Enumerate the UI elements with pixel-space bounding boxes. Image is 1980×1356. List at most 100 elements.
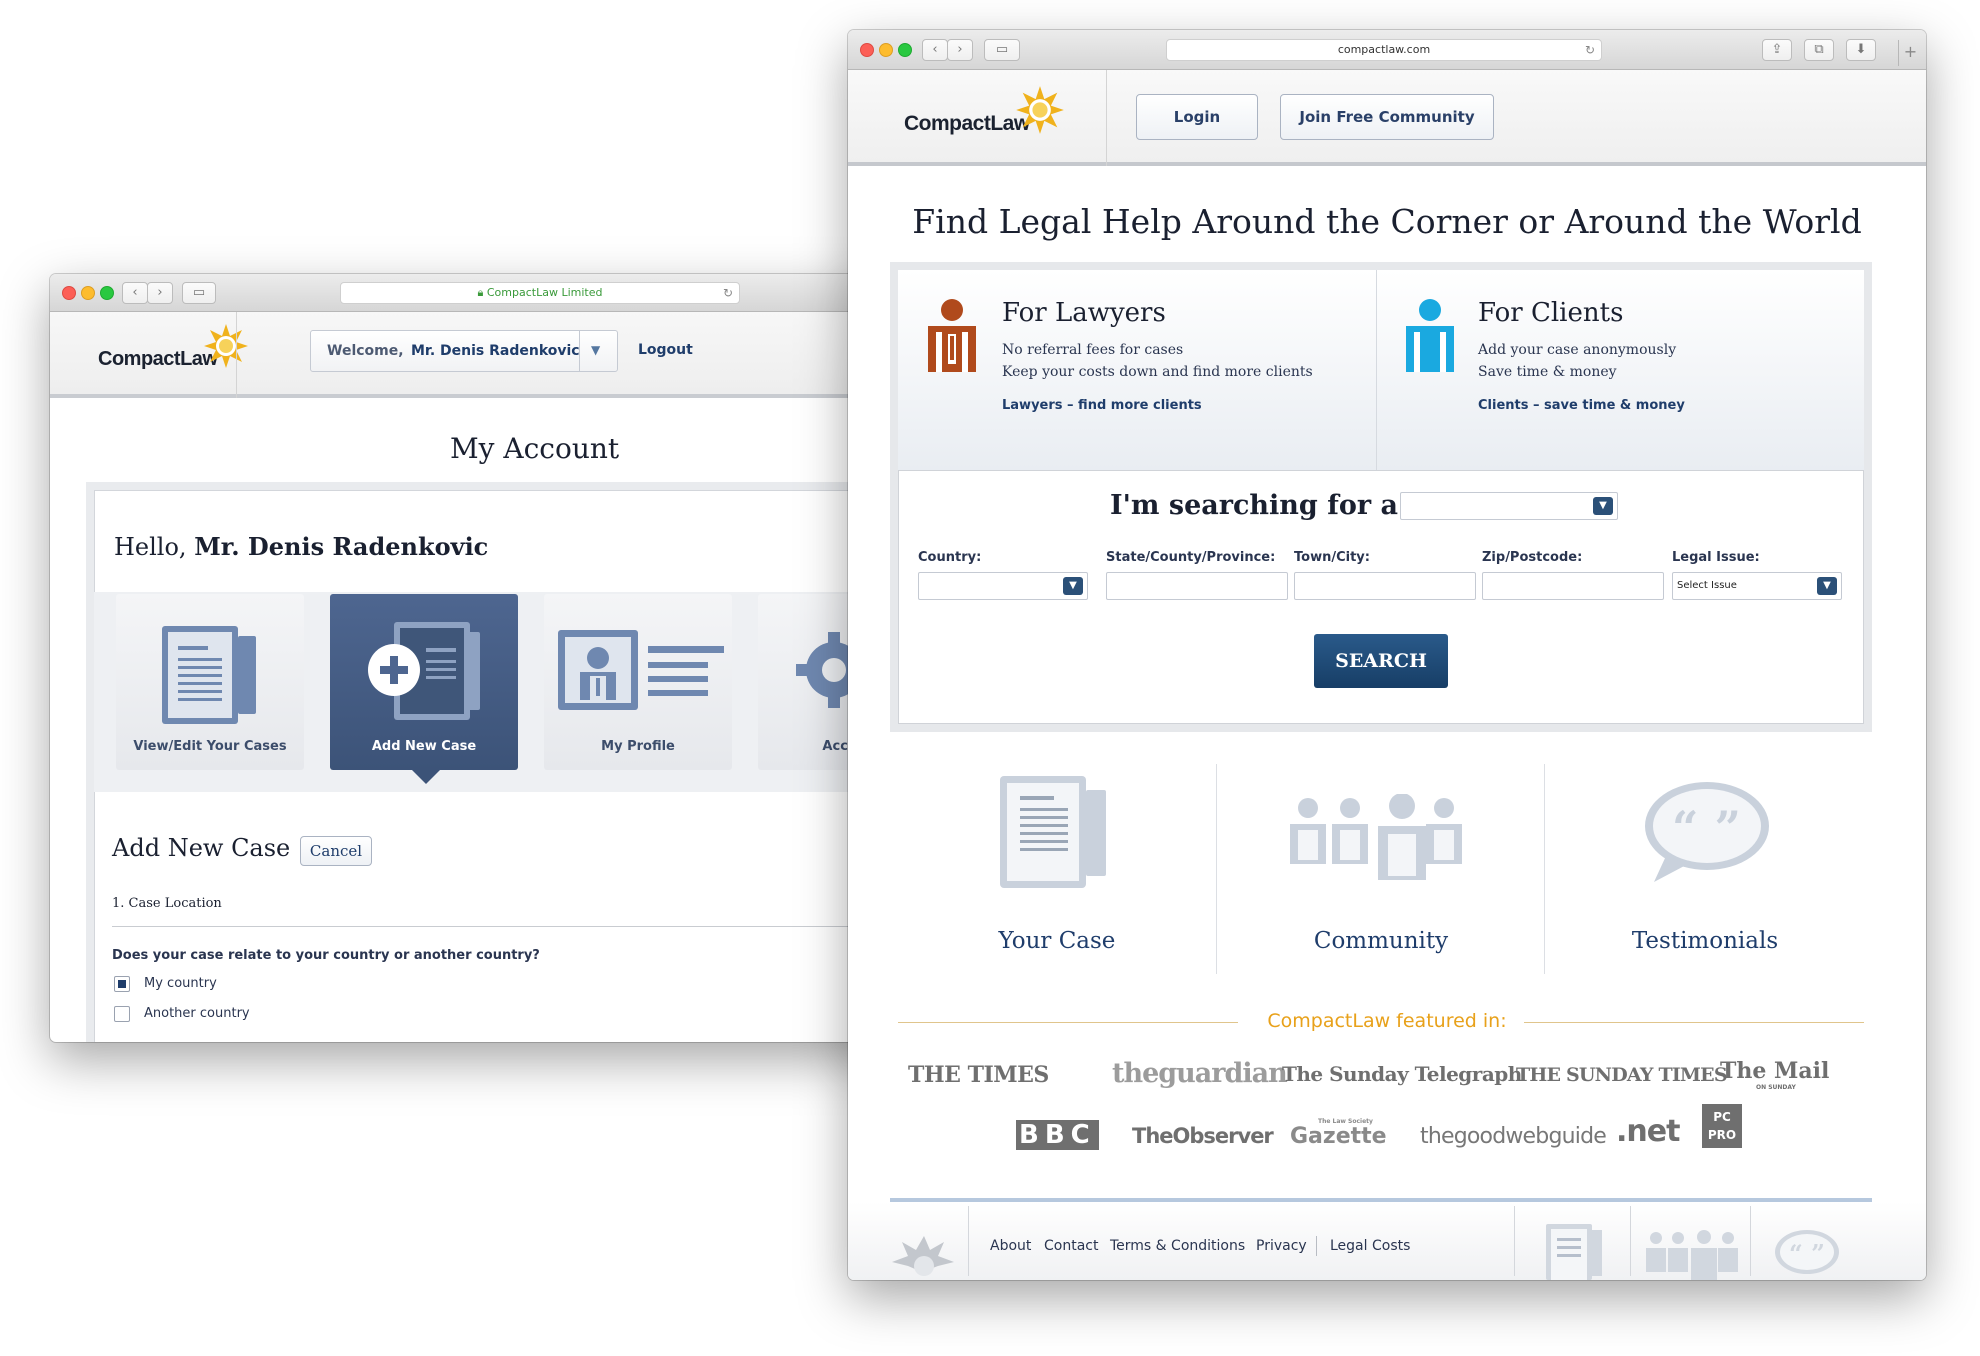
- press-logo-the-times: THE TIMES: [908, 1062, 1049, 1088]
- feature-your-case[interactable]: Your Case: [898, 758, 1216, 978]
- footer-link-contact[interactable]: Contact: [1044, 1238, 1098, 1254]
- press-logo-the-guardian: theguardian: [1112, 1058, 1288, 1089]
- tile-add-new-case[interactable]: Add New Case: [330, 594, 518, 784]
- lock-icon: 🔒︎: [477, 286, 484, 299]
- tile-label: View/Edit Your Cases: [133, 739, 287, 754]
- close-window-button[interactable]: [860, 43, 874, 57]
- legal-issue-value: Select Issue: [1677, 580, 1737, 591]
- svg-text:“ ”: “ ”: [1789, 1239, 1825, 1268]
- share-button[interactable]: ⇪: [1762, 39, 1792, 61]
- town-input[interactable]: [1294, 572, 1476, 600]
- download-icon: ⬇: [1855, 42, 1867, 57]
- state-input[interactable]: [1106, 572, 1288, 600]
- chevron-down-icon: ▼: [1817, 577, 1837, 595]
- client-person-icon: [1406, 299, 1454, 372]
- press-logo-the-observer: TheObserver: [1132, 1124, 1274, 1148]
- new-tab-button[interactable]: +: [1898, 40, 1922, 66]
- footer-people-icon: [1646, 1230, 1738, 1280]
- svg-text:“ ”: “ ”: [1672, 801, 1741, 855]
- sidebar-icon: ▭: [192, 285, 206, 300]
- feature-testimonials[interactable]: “ ” Testimonials: [1546, 758, 1864, 978]
- cancel-button[interactable]: Cancel: [300, 836, 372, 866]
- legal-issue-select[interactable]: Select Issue ▼: [1672, 572, 1842, 600]
- my-country-checkbox[interactable]: [114, 976, 130, 992]
- step-label: 1. Case Location: [112, 896, 222, 911]
- logo-text: CompactLaw: [98, 348, 218, 370]
- site-logo[interactable]: CompactLaw: [98, 324, 248, 371]
- quote-bubble-icon: “ ”: [1645, 782, 1769, 882]
- header-divider: [1106, 70, 1107, 166]
- clients-link[interactable]: Clients – save time & money: [1478, 398, 1685, 413]
- press-logo-the-mail: The Mail: [1720, 1058, 1830, 1084]
- feature-community[interactable]: Community: [1218, 758, 1544, 978]
- back-button[interactable]: ‹: [922, 39, 948, 61]
- welcome-dropdown[interactable]: Welcome, Mr. Denis Radenkovic ▼: [310, 330, 618, 372]
- logout-link[interactable]: Logout: [638, 342, 693, 358]
- site-header: CompactLaw Welcome, Mr. Denis Radenkovic…: [50, 312, 910, 398]
- zoom-window-button[interactable]: [100, 286, 114, 300]
- feature-label: Your Case: [998, 928, 1116, 954]
- for-clients-title: For Clients: [1478, 298, 1624, 328]
- welcome-user-name: Mr. Denis Radenkovic: [411, 343, 580, 359]
- url-text: compactlaw.com: [1337, 43, 1431, 56]
- footer-link-terms[interactable]: Terms & Conditions: [1110, 1238, 1245, 1254]
- searching-for-select[interactable]: ▼: [1400, 492, 1618, 520]
- chevron-right-icon: ›: [957, 42, 963, 57]
- logo-text: CompactLaw: [904, 112, 1030, 135]
- lawyers-link[interactable]: Lawyers – find more clients: [1002, 398, 1202, 413]
- chevron-down-icon: ▼: [1063, 577, 1083, 595]
- back-button[interactable]: ‹: [122, 282, 148, 304]
- town-label: Town/City:: [1294, 550, 1370, 565]
- compactlaw-home-window: ‹ › ▭ compactlaw.com ↻ ⇪ ⧉ ⬇ + CompactLa…: [848, 30, 1926, 1280]
- site-header: CompactLaw Login Join Free Community: [848, 70, 1926, 166]
- another-country-label: Another country: [144, 1006, 250, 1021]
- lawyer-person-icon: [928, 299, 976, 372]
- tabs-overview-button[interactable]: ⧉: [1804, 39, 1834, 61]
- join-community-button[interactable]: Join Free Community: [1280, 94, 1494, 140]
- footer-link-legal-costs[interactable]: Legal Costs: [1330, 1238, 1410, 1254]
- section-title: Add New Case: [112, 834, 291, 862]
- press-logo-mail-sub: ON SUNDAY: [1756, 1084, 1796, 1091]
- legal-issue-label: Legal Issue:: [1672, 550, 1760, 565]
- another-country-checkbox[interactable]: [114, 1006, 130, 1022]
- tile-view-edit-cases[interactable]: View/Edit Your Cases: [116, 594, 304, 770]
- press-logo-gazette-sub: The Law Society: [1318, 1118, 1373, 1125]
- login-button[interactable]: Login: [1136, 94, 1258, 140]
- greeting-name: Mr. Denis Radenkovic: [194, 532, 489, 561]
- footer-document-icon: [1546, 1224, 1602, 1280]
- chevron-left-icon: ‹: [132, 285, 138, 300]
- share-icon: ⇪: [1771, 42, 1783, 57]
- zip-label: Zip/Postcode:: [1482, 550, 1583, 565]
- sidebar-button[interactable]: ▭: [984, 39, 1020, 61]
- close-window-button[interactable]: [62, 286, 76, 300]
- reload-icon[interactable]: ↻: [723, 283, 733, 303]
- location-question: Does your case relate to your country or…: [112, 948, 540, 963]
- feature-label: Community: [1313, 928, 1449, 954]
- country-select[interactable]: ▼: [918, 572, 1088, 600]
- reload-icon[interactable]: ↻: [1585, 40, 1595, 60]
- sidebar-button[interactable]: ▭: [182, 282, 216, 304]
- forward-button[interactable]: ›: [947, 39, 973, 61]
- document-stack-icon: [162, 626, 256, 724]
- page-title: My Account: [450, 432, 620, 465]
- address-bar[interactable]: compactlaw.com ↻: [1166, 39, 1602, 61]
- tile-my-profile[interactable]: My Profile: [544, 594, 732, 770]
- footer-link-privacy[interactable]: Privacy: [1256, 1238, 1307, 1254]
- minimize-window-button[interactable]: [81, 286, 95, 300]
- tabs-icon: ⧉: [1814, 42, 1824, 57]
- forward-button[interactable]: ›: [147, 282, 173, 304]
- search-heading: I'm searching for a:: [1110, 490, 1408, 521]
- address-bar[interactable]: 🔒︎ CompactLaw Limited ↻: [340, 282, 740, 304]
- zip-input[interactable]: [1482, 572, 1664, 600]
- profile-card-icon: [558, 630, 724, 710]
- document-stack-icon: [1000, 776, 1106, 888]
- sun-logo-icon: [1016, 86, 1064, 134]
- site-logo[interactable]: CompactLaw: [904, 86, 1064, 136]
- greeting: Hello, Mr. Denis Radenkovic: [114, 532, 488, 561]
- zoom-window-button[interactable]: [898, 43, 912, 57]
- footer-link-about[interactable]: About: [990, 1238, 1031, 1254]
- search-button[interactable]: SEARCH: [1314, 634, 1448, 688]
- country-label: Country:: [918, 550, 982, 565]
- minimize-window-button[interactable]: [879, 43, 893, 57]
- downloads-button[interactable]: ⬇: [1846, 39, 1876, 61]
